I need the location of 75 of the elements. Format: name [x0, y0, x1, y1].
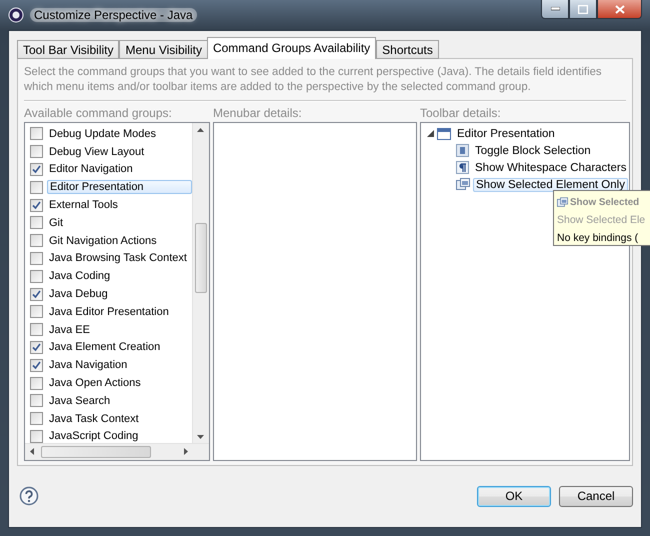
list-item[interactable]: Java Debug	[47, 287, 110, 302]
list-item[interactable]: Java Search	[47, 394, 112, 408]
help-icon[interactable]	[19, 486, 39, 506]
scrollbar-thumb[interactable]	[195, 223, 207, 293]
list-item[interactable]: Java Browsing Task Context	[47, 251, 189, 266]
checkbox[interactable]	[30, 340, 43, 354]
description-text: Select the command groups that you want to see added to the current perspective (Java). The details field identifies which menu items and/or toolbar items are added to the perspective by the selected command group.	[24, 65, 603, 95]
list-item[interactable]: JavaScript Coding	[47, 429, 140, 444]
checkbox[interactable]	[30, 198, 43, 212]
list-item[interactable]: Java Open Actions	[47, 376, 143, 390]
list-item[interactable]: Editor Presentation	[47, 180, 192, 194]
element-icon	[557, 196, 568, 208]
list-item[interactable]: Debug View Layout	[47, 144, 146, 159]
close-icon	[614, 4, 624, 14]
list-item[interactable]: Java Coding	[47, 269, 112, 284]
tooltip-description: Show Selected Ele	[557, 214, 646, 226]
tab[interactable]: Command Groups Availability	[206, 37, 376, 59]
list-item[interactable]: External Tools	[47, 198, 120, 212]
checkbox[interactable]	[30, 305, 43, 318]
app-icon	[8, 7, 24, 23]
list-item[interactable]: Java Element Creation	[47, 340, 162, 354]
scroll-left-arrow-icon[interactable]	[30, 448, 34, 455]
cancel-button[interactable]: Cancel	[559, 486, 633, 506]
scroll-right-arrow-icon[interactable]	[184, 448, 188, 455]
maximize-button[interactable]	[569, 0, 597, 19]
minimize-icon	[550, 7, 560, 11]
checkbox[interactable]	[30, 430, 43, 443]
tree-item[interactable]: Editor Presentation	[454, 126, 558, 140]
list-item[interactable]: Java EE	[47, 322, 92, 337]
checkbox[interactable]	[30, 270, 43, 283]
block-selection-icon	[456, 144, 469, 157]
toolbar-icon	[437, 128, 451, 140]
horizontal-scrollbar[interactable]	[25, 443, 209, 460]
tooltip-title: Show Selected	[570, 196, 640, 208]
maximize-icon	[578, 4, 588, 14]
checkbox[interactable]	[30, 288, 43, 301]
list-item[interactable]: Java Task Context	[47, 412, 141, 426]
checkbox[interactable]	[30, 358, 43, 372]
list-label: Toolbar details:	[420, 106, 502, 122]
expander-icon[interactable]	[427, 130, 434, 137]
tab[interactable]: Shortcuts	[376, 40, 439, 59]
list-item[interactable]: Java Editor Presentation	[47, 304, 171, 319]
checkbox[interactable]	[30, 412, 43, 426]
checkbox[interactable]	[30, 127, 43, 140]
minimize-button[interactable]	[541, 0, 569, 19]
list-item[interactable]: Git Navigation Actions	[47, 234, 159, 248]
vertical-scrollbar[interactable]	[192, 123, 209, 444]
checkbox[interactable]	[30, 323, 43, 336]
tree-item[interactable]: Toggle Block Selection	[472, 144, 594, 158]
checkbox[interactable]	[30, 394, 43, 408]
checkbox[interactable]	[30, 162, 43, 176]
checkbox[interactable]	[30, 376, 43, 390]
ok-button[interactable]: OK	[477, 486, 551, 506]
list-label: Menubar details:	[213, 106, 303, 122]
tree-item[interactable]: Show Selected Element Only	[473, 178, 628, 192]
scroll-down-arrow-icon[interactable]	[197, 435, 204, 439]
tooltip-key-bindings: No key bindings (	[557, 232, 638, 244]
scrollbar-thumb[interactable]	[41, 446, 151, 458]
list-item[interactable]: Editor Navigation	[47, 162, 135, 176]
list-label: Available command groups:	[24, 106, 173, 122]
tab[interactable]: Tool Bar Visibility	[17, 40, 120, 59]
list-item[interactable]: Debug Update Modes	[47, 126, 158, 141]
tree-item[interactable]: Show Whitespace Characters	[472, 160, 630, 174]
checkbox[interactable]	[30, 145, 43, 158]
scroll-up-arrow-icon[interactable]	[197, 128, 204, 132]
tab[interactable]: Menu Visibility	[119, 40, 208, 59]
checkbox[interactable]	[30, 216, 43, 230]
checkbox[interactable]	[30, 252, 43, 265]
list-item[interactable]: Java Navigation	[47, 358, 130, 372]
close-button[interactable]	[597, 0, 642, 19]
checkbox[interactable]	[30, 234, 43, 248]
checkbox[interactable]	[30, 180, 43, 194]
pilcrow-icon	[456, 161, 469, 174]
element-icon	[456, 178, 470, 191]
list-item[interactable]: Git	[47, 216, 66, 230]
